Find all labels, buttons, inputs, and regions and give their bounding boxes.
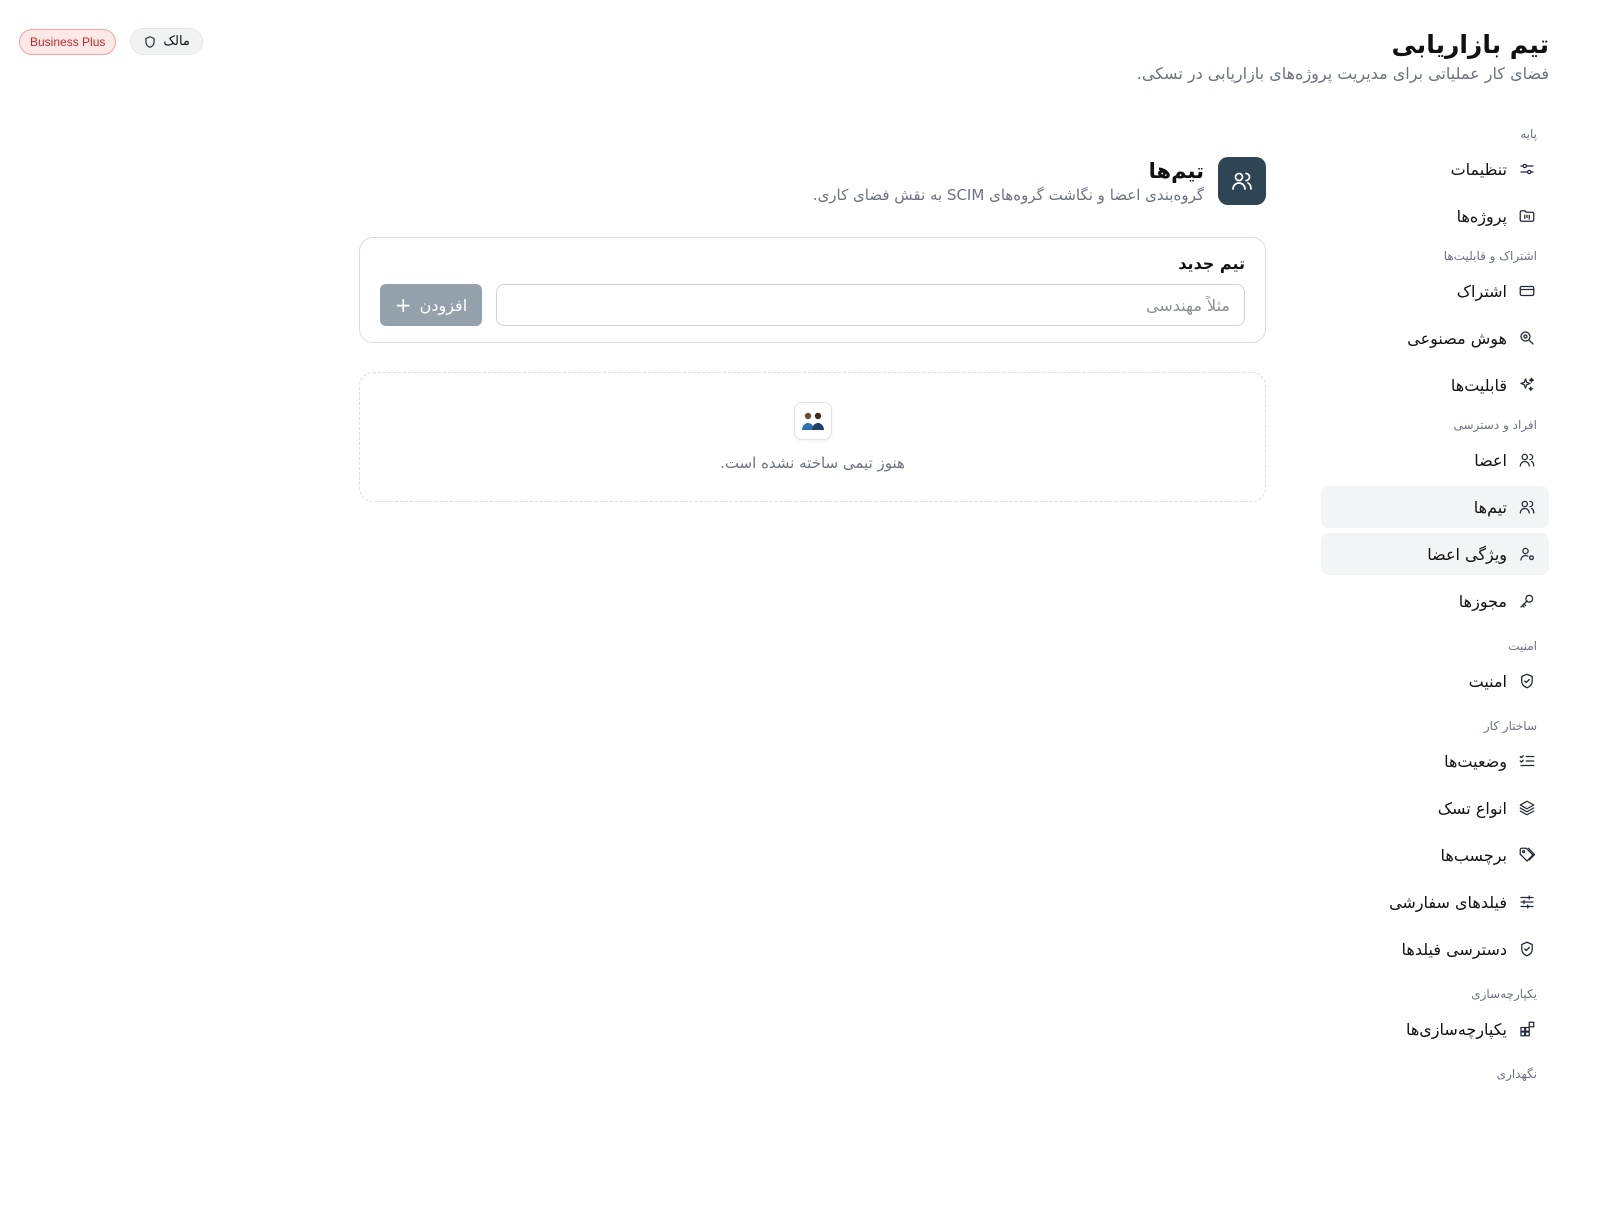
teams-emoji-icon — [793, 402, 832, 440]
new-team-card: تیم جدید افزودن + — [359, 237, 1266, 343]
layers-icon — [1517, 798, 1537, 818]
sidebar-item-label: پروژه‌ها — [1456, 206, 1507, 226]
sidebar-item-label: تنظیمات — [1450, 159, 1507, 179]
settings-sidebar: پایه تنظیمات پروژه‌ها اشتراک و قابلیت‌ها… — [1321, 120, 1549, 1088]
empty-state: هنوز تیمی ساخته نشده است. — [359, 372, 1266, 502]
workspace-subtitle: فضای کار عملیاتی برای مدیریت پروژه‌های ب… — [1136, 64, 1549, 83]
sidebar-section-label: افراد و دسترسی — [1453, 418, 1538, 432]
shield-icon — [143, 35, 157, 49]
sparkles-icon — [1517, 375, 1537, 395]
sidebar-item-label: تیم‌ها — [1473, 497, 1507, 517]
role-badge-label: مالک — [163, 34, 190, 49]
add-team-button[interactable]: افزودن + — [380, 284, 482, 326]
sidebar-item-label: امنیت — [1468, 671, 1507, 691]
projects-folder-icon — [1517, 206, 1537, 226]
empty-state-text: هنوز تیمی ساخته نشده است. — [720, 454, 905, 472]
users-icon — [1517, 450, 1537, 470]
sidebar-section-label: امنیت — [1508, 639, 1537, 653]
header-badges: مالک Business Plus — [19, 28, 203, 55]
new-team-row: افزودن + — [380, 284, 1245, 326]
workspace-title: تیم بازاریابی — [1391, 30, 1549, 59]
sidebar-item-label: مجوزها — [1458, 591, 1507, 611]
new-team-label: تیم جدید — [1178, 254, 1245, 273]
ai-icon — [1517, 328, 1537, 348]
sidebar-item-label: هوش مصنوعی — [1407, 328, 1507, 348]
add-button-label: افزودن — [419, 295, 468, 315]
sidebar-item-label: فیلدهای سفارشی — [1389, 892, 1507, 912]
sidebar-item-teams[interactable]: تیم‌ها — [1321, 486, 1549, 528]
sidebar-item-label: وضعیت‌ها — [1444, 751, 1507, 771]
sidebar-item-settings[interactable]: تنظیمات — [1321, 148, 1549, 190]
sidebar-item-label: اعضا — [1474, 450, 1507, 470]
credit-card-icon — [1517, 281, 1537, 301]
sidebar-item-members[interactable]: اعضا — [1321, 439, 1549, 481]
settings-page: تیم بازاریابی فضای کار عملیاتی برای مدیر… — [0, 0, 1600, 1205]
shield-check-icon — [1517, 939, 1537, 959]
sidebar-item-subscription[interactable]: اشتراک — [1321, 270, 1549, 312]
sidebar-item-ai[interactable]: هوش مصنوعی — [1321, 317, 1549, 359]
integrations-icon — [1517, 1019, 1537, 1039]
user-attribute-icon — [1517, 544, 1537, 564]
sidebar-item-custom-fields[interactable]: فیلدهای سفارشی — [1321, 881, 1549, 923]
team-icon — [1218, 157, 1266, 205]
sidebar-item-label: قابلیت‌ها — [1450, 375, 1507, 395]
team-name-input[interactable] — [496, 284, 1245, 326]
sidebar-section-label: یکپارچه‌سازی — [1471, 987, 1537, 1001]
sidebar-item-label: ویژگی اعضا — [1427, 544, 1507, 564]
sidebar-section-label: نگهداری — [1496, 1067, 1537, 1081]
sidebar-item-security[interactable]: امنیت — [1321, 660, 1549, 702]
panel-header: تیم‌ها گروه‌بندی اعضا و نگاشت گروه‌های S… — [359, 155, 1266, 207]
shield-check-icon — [1517, 671, 1537, 691]
sidebar-item-member-attributes[interactable]: ویژگی اعضا — [1321, 533, 1549, 575]
sidebar-item-field-access[interactable]: دسترسی فیلدها — [1321, 928, 1549, 970]
sidebar-item-projects[interactable]: پروژه‌ها — [1321, 195, 1549, 237]
page-description: گروه‌بندی اعضا و نگاشت گروه‌های SCIM به … — [812, 186, 1204, 204]
status-list-icon — [1517, 751, 1537, 771]
tags-icon — [1517, 845, 1537, 865]
sidebar-section-label: اشتراک و قابلیت‌ها — [1443, 249, 1537, 263]
role-badge: مالک — [130, 28, 203, 55]
plus-icon: + — [394, 293, 412, 317]
sidebar-section-label: ساختار کار — [1483, 719, 1537, 733]
sidebar-item-permissions[interactable]: مجوزها — [1321, 580, 1549, 622]
sidebar-section-label: پایه — [1520, 127, 1537, 141]
sidebar-item-labels[interactable]: برچسب‌ها — [1321, 834, 1549, 876]
key-icon — [1517, 591, 1537, 611]
sidebar-item-label: دسترسی فیلدها — [1401, 939, 1508, 959]
panel-heading: تیم‌ها گروه‌بندی اعضا و نگاشت گروه‌های S… — [813, 158, 1204, 204]
sidebar-item-label: برچسب‌ها — [1440, 845, 1507, 865]
sliders-icon — [1517, 892, 1537, 912]
teams-panel: تیم‌ها گروه‌بندی اعضا و نگاشت گروه‌های S… — [359, 155, 1266, 502]
sidebar-item-label: یکپارچه‌سازی‌ها — [1405, 1019, 1507, 1039]
sidebar-item-integrations[interactable]: یکپارچه‌سازی‌ها — [1321, 1008, 1549, 1050]
team-icon — [1517, 497, 1537, 517]
sidebar-item-task-types[interactable]: انواع تسک — [1321, 787, 1549, 829]
workspace-header: تیم بازاریابی فضای کار عملیاتی برای مدیر… — [1137, 30, 1549, 83]
settings-sliders-icon — [1517, 159, 1537, 179]
sidebar-item-label: اشتراک — [1456, 281, 1507, 301]
page-title: تیم‌ها — [1148, 159, 1204, 183]
sidebar-item-statuses[interactable]: وضعیت‌ها — [1321, 740, 1549, 782]
plan-badge: Business Plus — [19, 28, 117, 55]
sidebar-item-label: انواع تسک — [1437, 798, 1507, 818]
sidebar-item-features[interactable]: قابلیت‌ها — [1321, 364, 1549, 406]
